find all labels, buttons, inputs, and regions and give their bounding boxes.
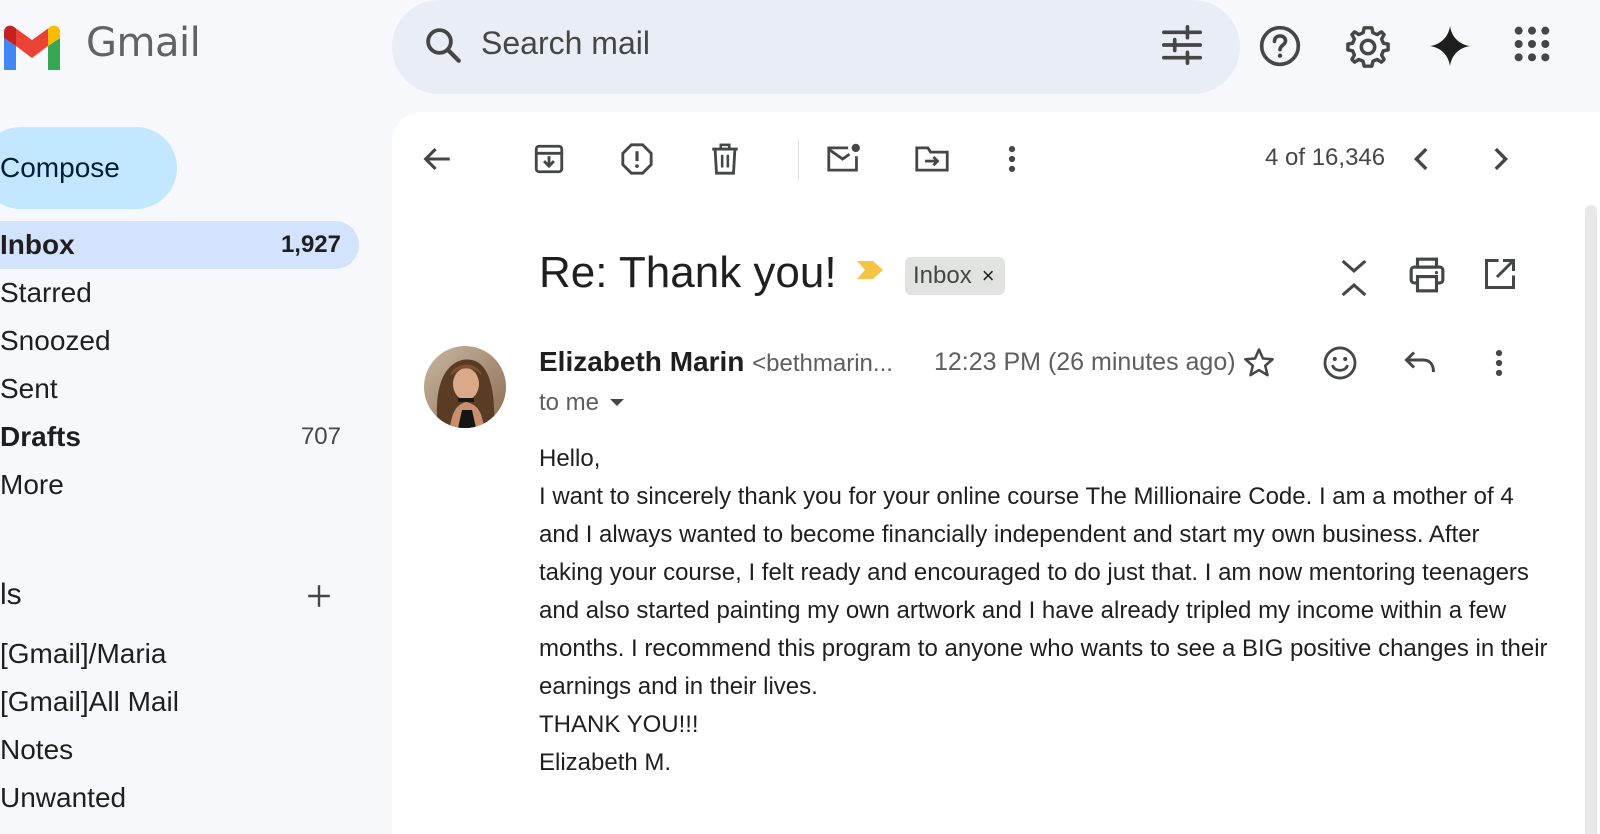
sidebar-item-inbox[interactable]: Inbox 1,927 [0,221,359,269]
drafts-count: 707 [300,423,341,450]
archive-icon[interactable] [532,142,566,176]
sidebar-item-drafts[interactable]: Drafts 707 [0,413,359,461]
body-signature: Elizabeth M. [539,749,672,776]
sidebar-item-label: Snoozed [0,325,111,356]
remove-label-icon[interactable]: × [982,263,995,289]
prev-icon[interactable] [1408,142,1436,176]
recipient-details[interactable]: to me [539,389,625,417]
sidebar-item-label: More [0,469,64,500]
inbox-label-chip[interactable]: Inbox × [905,257,1005,295]
back-arrow-icon[interactable] [420,142,454,176]
avatar-photo [424,346,506,428]
settings-icon[interactable] [1345,24,1391,70]
body-closing: THANK YOU!!! [539,711,699,738]
emoji-icon[interactable] [1321,344,1359,382]
next-icon[interactable] [1486,142,1514,176]
body-greeting: Hello, [539,445,601,472]
message-more-icon[interactable] [1486,346,1512,380]
open-new-window-icon[interactable] [1482,256,1518,292]
dropdown-arrow-icon[interactable] [609,398,625,408]
sidebar-item-starred[interactable]: Starred [0,269,359,317]
help-icon[interactable] [1258,24,1302,68]
label-item-gmail-maria[interactable]: [Gmail]/Maria [0,638,166,670]
sender-name[interactable]: Elizabeth Marin [539,346,744,377]
filter-icon[interactable] [1160,25,1204,65]
reply-icon[interactable] [1402,346,1438,380]
body-paragraph: I want to sincerely thank you for your o… [539,483,1548,700]
add-label-icon[interactable] [306,583,332,609]
print-icon[interactable] [1408,256,1446,294]
sender-email: <bethmarin... [752,350,893,377]
expand-collapse-icon[interactable] [1337,258,1371,298]
pagination-label: 4 of 16,346 [1265,144,1386,171]
sidebar-item-label: Starred [0,277,92,308]
sidebar-item-label: Sent [0,373,58,404]
sender-line: Elizabeth Marin <bethmarin... [539,346,893,378]
toolbar-divider [798,140,799,180]
sender-avatar[interactable] [424,346,506,428]
sidebar-item-sent[interactable]: Sent [0,365,359,413]
label-item-gmail-all-mail[interactable]: [Gmail]All Mail [0,686,179,718]
gmail-m-icon [4,25,60,70]
message-timestamp: 12:23 PM (26 minutes ago) [934,348,1236,376]
report-spam-icon[interactable] [620,142,654,176]
mark-unread-icon[interactable] [826,142,862,176]
label-chip-text: Inbox [913,262,972,289]
recipient-label: to me [539,389,600,416]
gemini-icon[interactable] [1428,24,1472,68]
gmail-wordmark: Gmail [86,20,201,66]
sidebar-item-label: Drafts [0,421,81,452]
label-item-notes[interactable]: Notes [0,734,73,766]
more-vert-icon[interactable] [998,142,1026,176]
sidebar-item-label: Inbox [0,229,75,260]
label-item-unwanted[interactable]: Unwanted [0,782,126,814]
gmail-logo[interactable] [0,22,64,72]
delete-icon[interactable] [708,142,742,176]
unread-count: 1,927 [280,231,341,258]
importance-marker-icon[interactable] [855,259,885,281]
message-view: 4 of 16,346 Re: Thank you! Inbox × Eliza… [392,112,1600,834]
search-input[interactable]: Search mail [481,25,650,62]
sidebar-item-more[interactable]: More [0,461,359,509]
labels-heading: ls [0,578,22,611]
apps-icon[interactable] [1512,24,1552,64]
sidebar-item-snoozed[interactable]: Snoozed [0,317,359,365]
email-subject: Re: Thank you! [539,248,837,297]
scrollbar[interactable] [1585,205,1597,834]
star-icon[interactable] [1242,346,1276,380]
email-body: Hello, I want to sincerely thank you for… [539,440,1549,782]
move-to-icon[interactable] [914,142,950,176]
search-icon[interactable] [422,24,464,66]
search-bar[interactable]: Search mail [392,0,1240,94]
compose-button[interactable]: Compose [0,127,177,209]
